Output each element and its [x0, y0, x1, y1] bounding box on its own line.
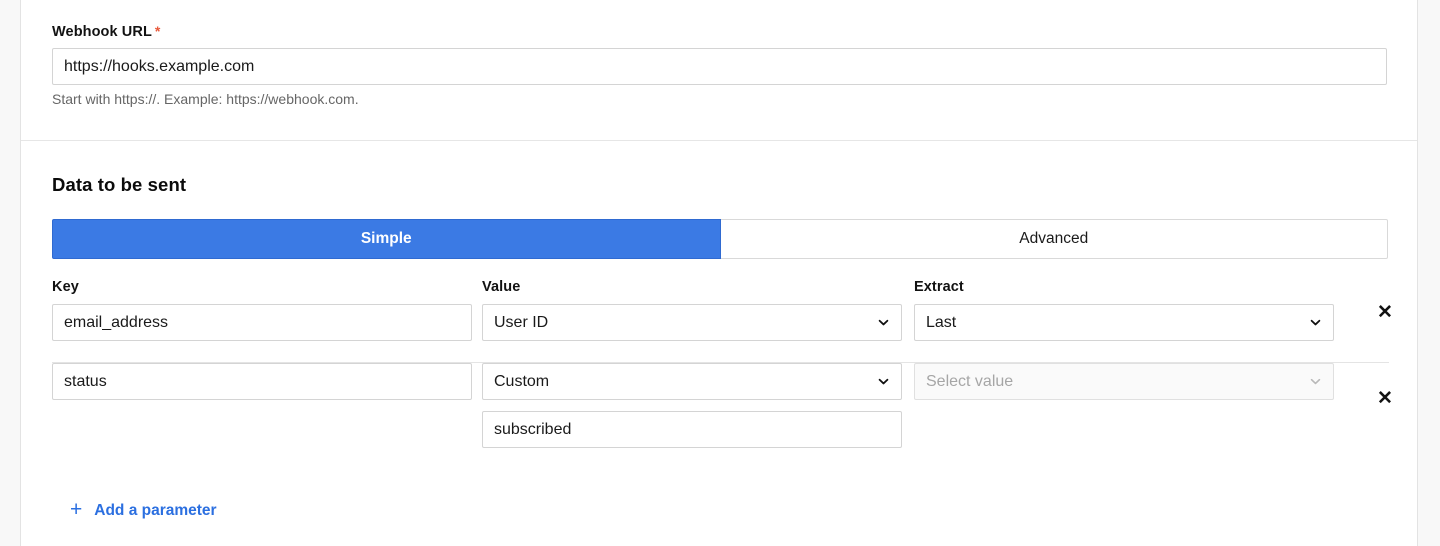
data-mode-tabs: Simple Advanced	[52, 219, 1388, 259]
chevron-down-icon	[1310, 378, 1321, 385]
remove-parameter-button[interactable]: ✕	[1374, 301, 1396, 323]
parameter-row: User ID Last	[21, 304, 1417, 362]
parameter-row: Custom Select value	[21, 363, 1417, 473]
add-parameter-label: Add a parameter	[94, 501, 217, 519]
column-header-key: Key	[52, 279, 79, 295]
plus-icon: +	[70, 498, 83, 521]
parameter-key-input[interactable]	[52, 363, 472, 400]
parameter-custom-value-input[interactable]	[482, 411, 902, 448]
parameter-value-select[interactable]: Custom	[482, 363, 902, 400]
required-asterisk: *	[154, 23, 161, 39]
parameter-extract-select-disabled: Select value	[914, 363, 1334, 400]
column-header-extract: Extract	[914, 279, 964, 295]
parameter-extract-select[interactable]: Last	[914, 304, 1334, 341]
webhook-url-label-text: Webhook URL	[52, 24, 152, 40]
parameter-value-selected: User ID	[494, 314, 549, 331]
settings-card: Webhook URL* Start with https://. Exampl…	[20, 0, 1418, 546]
parameter-extract-placeholder: Select value	[926, 373, 1014, 390]
parameter-value-selected: Custom	[494, 373, 550, 390]
parameter-key-input[interactable]	[52, 304, 472, 341]
chevron-down-icon	[1310, 319, 1321, 326]
tab-advanced[interactable]: Advanced	[719, 219, 1388, 259]
chevron-down-icon	[878, 319, 889, 326]
webhook-url-section: Webhook URL* Start with https://. Exampl…	[21, 0, 1417, 141]
chevron-down-icon	[878, 378, 889, 385]
data-to-be-sent-section: Data to be sent Simple Advanced Key Valu…	[21, 141, 1417, 546]
parameter-extract-selected: Last	[926, 314, 957, 331]
add-parameter-button[interactable]: + Add a parameter	[70, 498, 217, 521]
webhook-url-label: Webhook URL *	[52, 23, 160, 40]
remove-parameter-button[interactable]: ✕	[1374, 387, 1396, 409]
webhook-url-input[interactable]	[52, 48, 1387, 85]
column-header-value: Value	[482, 279, 521, 295]
webhook-url-helper-text: Start with https://. Example: https://we…	[52, 91, 359, 107]
tab-simple[interactable]: Simple	[52, 219, 721, 259]
section-title: Data to be sent	[52, 174, 187, 195]
parameter-value-select[interactable]: User ID	[482, 304, 902, 341]
settings-page: Webhook URL* Start with https://. Exampl…	[0, 0, 1440, 546]
